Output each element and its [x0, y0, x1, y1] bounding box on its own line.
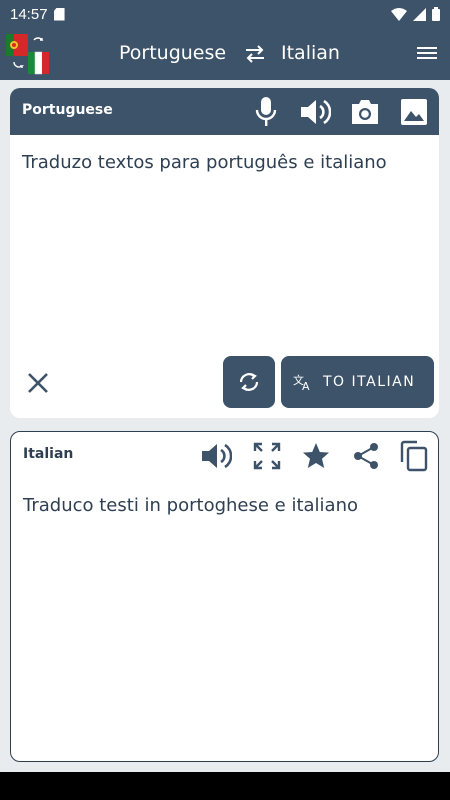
fullscreen-button[interactable] — [251, 440, 283, 472]
gallery-button[interactable] — [398, 96, 430, 128]
target-card-label: Italian — [23, 446, 74, 462]
fullscreen-icon — [253, 442, 281, 470]
speaker-icon — [301, 99, 331, 125]
status-time: 14:57 — [10, 5, 48, 23]
copy-button[interactable] — [398, 440, 430, 472]
flags-swap-icon[interactable] — [4, 32, 52, 76]
portugal-flag-icon — [6, 34, 28, 56]
app-bar: Portuguese Italian — [0, 28, 450, 80]
source-card: Portuguese Traduzo textos para português… — [10, 88, 439, 418]
menu-button[interactable] — [414, 40, 440, 66]
hamburger-menu-icon — [417, 47, 437, 59]
clear-button[interactable] — [24, 369, 52, 397]
refresh-icon — [239, 373, 259, 391]
battery-icon — [432, 7, 440, 21]
swap-languages-button[interactable] — [232, 32, 278, 76]
share-icon — [354, 443, 378, 469]
speak-source-button[interactable] — [300, 96, 332, 128]
signal-icon — [413, 7, 426, 21]
refresh-button[interactable] — [223, 356, 275, 408]
wifi-icon — [391, 7, 407, 21]
close-icon — [28, 373, 48, 393]
target-card: Italian Traduco testi in portoghese e it… — [10, 431, 439, 762]
camera-icon — [352, 100, 378, 124]
status-icons — [391, 7, 440, 21]
source-card-label: Portuguese — [22, 102, 113, 118]
italy-flag-icon — [28, 51, 49, 75]
copy-icon — [400, 440, 428, 472]
source-card-header: Portuguese — [10, 88, 439, 135]
microphone-icon — [255, 97, 277, 126]
favorite-button[interactable] — [300, 440, 332, 472]
microphone-button[interactable] — [250, 96, 282, 128]
svg-text:A: A — [302, 380, 311, 391]
system-navigation-bar — [0, 772, 450, 800]
status-bar: 14:57 — [0, 0, 450, 28]
image-icon — [401, 99, 427, 125]
target-text[interactable]: Traduco testi in portoghese e italiano — [23, 493, 424, 519]
source-language-title[interactable]: Portuguese — [119, 28, 226, 80]
translate-button-label: TO ITALIAN — [323, 374, 416, 390]
target-language-title[interactable]: Italian — [281, 28, 340, 80]
source-text[interactable]: Traduzo textos para português e italiano — [22, 150, 425, 176]
star-icon — [303, 443, 329, 468]
sd-card-icon — [53, 7, 65, 21]
translate-icon: 文 A — [293, 373, 311, 391]
camera-button[interactable] — [349, 96, 381, 128]
swap-icon — [246, 45, 264, 63]
speaker-icon — [202, 443, 232, 469]
share-button[interactable] — [350, 440, 382, 472]
speak-target-button[interactable] — [201, 440, 233, 472]
translate-button[interactable]: 文 A TO ITALIAN — [281, 356, 434, 408]
